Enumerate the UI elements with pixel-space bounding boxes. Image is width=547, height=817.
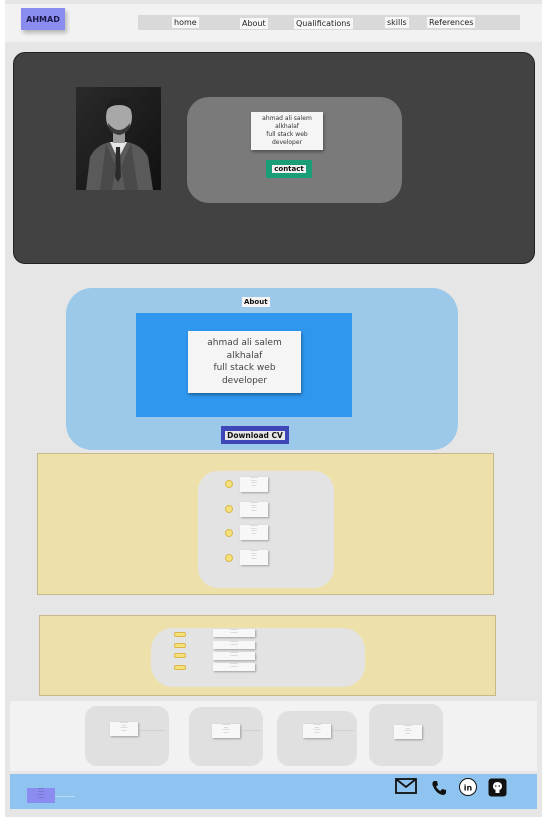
skill-text: ----------: [230, 654, 238, 657]
reference-text: -------: [223, 731, 229, 734]
svg-text:in: in: [464, 783, 473, 792]
hero-role-line2: developer: [271, 139, 303, 146]
reference-card: [85, 706, 169, 766]
footer: [10, 774, 537, 809]
reference-card: [277, 711, 357, 766]
github-icon[interactable]: [488, 778, 507, 797]
about-name-line1: ahmad ali salem: [207, 338, 282, 348]
reference-item: ----------- ------ ---------- -------: [212, 724, 240, 738]
reference-connector: [139, 730, 165, 731]
footer-logo-text: -------: [38, 797, 44, 799]
about-title: About: [242, 297, 270, 307]
qualification-bullet: [225, 480, 233, 488]
linkedin-icon[interactable]: in: [459, 778, 477, 796]
hero-name-line2: alkhalaf: [275, 123, 299, 130]
about-note: ahmad ali salem alkhalaf full stack web …: [188, 331, 301, 393]
reference-connector: [332, 730, 354, 731]
download-cv-label: Download CV: [225, 430, 285, 440]
nav-about[interactable]: About: [240, 18, 268, 29]
skill-bullet: [174, 653, 186, 658]
qualification-item: ----------- -------- ------- -------: [240, 525, 268, 540]
reference-text: -------: [314, 731, 320, 734]
reference-item: ----------- ------ ---------- -------: [303, 724, 331, 738]
reference-connector: [241, 730, 261, 731]
about-name-line2: alkhalaf: [226, 350, 263, 361]
mail-icon[interactable]: [395, 778, 417, 794]
qualification-bullet: [225, 529, 233, 537]
profile-photo: [76, 87, 161, 190]
qualification-text: -------: [251, 557, 257, 560]
nav-home[interactable]: home: [172, 17, 199, 28]
qualification-bullet: [225, 505, 233, 513]
qualification-item: ----------- -------- ------- -------: [240, 477, 268, 492]
skill-text: ----------: [230, 631, 238, 634]
reference-item: ----------- ------ ---------- -------: [394, 725, 422, 739]
skill-bullet: [174, 665, 186, 670]
qualification-item: ----------- -------- ------- -------: [240, 550, 268, 565]
contact-button[interactable]: contact: [266, 160, 312, 178]
skill-text: ----------: [230, 643, 238, 646]
reference-text: -------: [121, 729, 127, 732]
footer-divider: [55, 796, 75, 797]
qualification-text: -------: [251, 532, 257, 535]
skill-item: ------------ ----------: [213, 641, 255, 649]
about-role-line1: full stack web: [213, 363, 276, 373]
logo[interactable]: AHMAD: [21, 8, 65, 30]
hero-name-line1: ahmad ali salem: [262, 115, 312, 122]
reference-text: -------: [405, 732, 411, 735]
footer-logo[interactable]: -------- ------- ---------- -------: [27, 788, 55, 803]
skill-item: ------------ ----------: [213, 629, 255, 637]
skill-bullet: [174, 632, 186, 637]
qualification-text: -------: [251, 509, 257, 512]
skill-bullet: [174, 643, 186, 648]
nav-skills[interactable]: skills: [385, 17, 409, 28]
qualification-text: -------: [251, 484, 257, 487]
skill-item: ------------ ----------: [213, 663, 255, 671]
nav-references[interactable]: References: [427, 17, 476, 28]
download-cv-button[interactable]: Download CV: [221, 426, 289, 444]
hero-role-line1: full stack web: [266, 131, 308, 138]
reference-item: ----------- ------ ---------- -------: [110, 722, 138, 736]
nav-qualifications[interactable]: Qualifications: [294, 18, 353, 29]
nav-bar: home About Qualifications skills Referen…: [138, 15, 520, 30]
hero-intro-note: ahmad ali salem alkhalaf full stack web …: [251, 112, 323, 150]
qualification-bullet: [225, 554, 233, 562]
logo-text: AHMAD: [26, 14, 60, 24]
phone-icon[interactable]: [431, 780, 447, 796]
qualification-item: ----------- -------- ------- -------: [240, 502, 268, 517]
contact-label: contact: [272, 165, 306, 173]
about-role-line2: developer: [221, 375, 268, 386]
skill-text: ----------: [230, 665, 238, 668]
skill-item: ------------ ----------: [213, 652, 255, 660]
